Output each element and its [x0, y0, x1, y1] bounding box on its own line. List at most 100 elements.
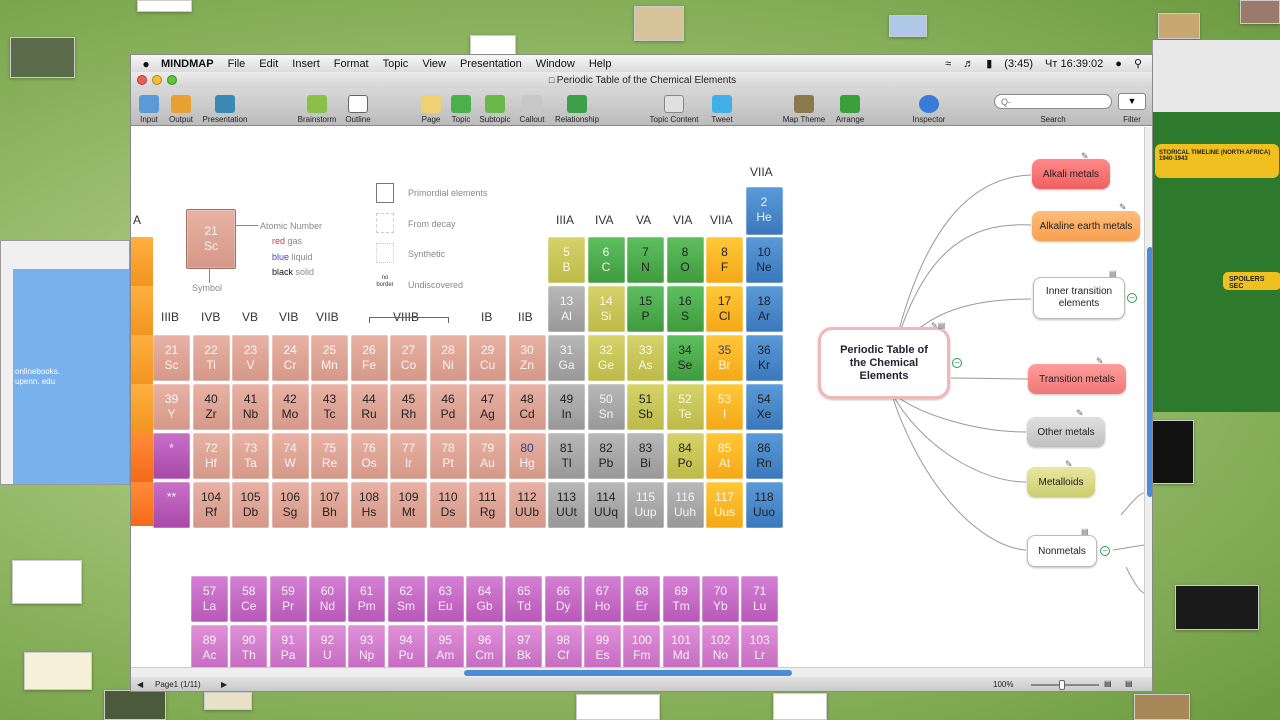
mindmap-connectors: [890, 174, 1144, 594]
filter-label-wrap: Filter: [1117, 88, 1147, 126]
subtopic-label: Subtopic: [479, 115, 511, 124]
page-label: Page: [421, 115, 441, 124]
subtopic-button[interactable]: Subtopic: [478, 88, 512, 126]
topic-inner-transition-label: Inner transition elements: [1045, 286, 1113, 309]
topic-nonmetals-label: Nonmetals: [1038, 545, 1086, 557]
page-indicator[interactable]: Page1 (1/11): [155, 680, 201, 689]
background-node: STORICAL TIMELINE (NORTH AFRICA) 1940-19…: [1155, 144, 1279, 178]
search-label-wrap: Search: [1036, 88, 1070, 126]
expand-toggle-icon[interactable]: –: [1127, 293, 1137, 303]
desktop-thumbnail: [470, 35, 516, 55]
presentation-label: Presentation: [202, 115, 248, 124]
desktop-thumbnail: [1152, 420, 1194, 484]
input-icon: [139, 95, 159, 113]
menu-help[interactable]: Help: [589, 58, 612, 70]
relationship-icon: [567, 95, 587, 113]
menu-edit[interactable]: Edit: [259, 58, 278, 70]
desktop-thumbnail: [889, 15, 927, 37]
page-button[interactable]: Page: [419, 88, 443, 126]
zoom-button[interactable]: [167, 75, 177, 85]
minimize-button[interactable]: [152, 75, 162, 85]
battery-icon[interactable]: ▮: [986, 57, 992, 70]
map-theme-button[interactable]: Map Theme: [781, 88, 827, 126]
subtopic-icon: [485, 95, 505, 113]
relationship-button[interactable]: Relationship: [552, 88, 602, 126]
wifi-icon[interactable]: ≈: [945, 58, 951, 70]
menu-view[interactable]: View: [422, 58, 446, 70]
page-next-icon[interactable]: ▶: [221, 680, 227, 689]
desktop-thumbnail: [24, 652, 92, 690]
page-prev-icon[interactable]: ◀: [137, 680, 143, 689]
menu-app-name[interactable]: MINDMAP: [161, 58, 214, 70]
inspector-button[interactable]: Inspector: [909, 88, 949, 126]
fullscreen-icon[interactable]: ▤: [1125, 679, 1133, 688]
horizontal-scroll-thumb[interactable]: [464, 670, 792, 676]
topic-label: Topic: [451, 115, 471, 124]
topic-alkali-metals[interactable]: Alkali metals: [1032, 159, 1110, 189]
topic-alkaline-earth-metals[interactable]: Alkaline earth metals: [1032, 211, 1140, 241]
note-icon: ✎▤: [931, 321, 946, 330]
callout-button[interactable]: Callout: [517, 88, 547, 126]
topic-metalloids[interactable]: Metalloids: [1027, 467, 1095, 497]
zoom-slider[interactable]: [1031, 684, 1099, 686]
tweet-label: Tweet: [711, 115, 733, 124]
topic-content-button[interactable]: Topic Content: [646, 88, 702, 126]
zoom-level[interactable]: 100%: [993, 680, 1013, 689]
search-label: Search: [1040, 115, 1066, 124]
map-canvas[interactable]: 21 Sc Atomic Number red gas blue liquid …: [131, 127, 1144, 667]
desktop-thumbnail: [137, 0, 192, 12]
topic-transition-metals[interactable]: Transition metals: [1028, 364, 1126, 394]
relationship-label: Relationship: [554, 115, 600, 124]
tweet-button[interactable]: Tweet: [709, 88, 735, 126]
collapse-toggle-icon[interactable]: –: [952, 358, 962, 368]
input-button[interactable]: Input: [137, 88, 161, 126]
spotlight-icon[interactable]: ⚲: [1134, 57, 1142, 70]
user-icon[interactable]: ●: [1115, 58, 1122, 70]
desktop-thumbnail: [1175, 585, 1259, 630]
desktop-thumbnail: [12, 560, 82, 604]
apple-menu-icon[interactable]: ●: [131, 57, 161, 71]
vertical-scrollbar[interactable]: [1144, 127, 1152, 667]
page-icon: [421, 95, 441, 113]
menu-file[interactable]: File: [228, 58, 246, 70]
arrange-button[interactable]: Arrange: [833, 88, 867, 126]
background-node: SPOILERS SEC: [1223, 272, 1280, 290]
expand-toggle-icon[interactable]: –: [1100, 546, 1110, 556]
central-topic[interactable]: Periodic Table of the Chemical Elements: [818, 327, 950, 399]
menu-format[interactable]: Format: [334, 58, 369, 70]
menu-insert[interactable]: Insert: [292, 58, 320, 70]
topic-metalloids-label: Metalloids: [1038, 476, 1084, 488]
fit-map-icon[interactable]: ▤: [1104, 679, 1112, 688]
document-icon: □: [548, 75, 557, 85]
menu-topic[interactable]: Topic: [383, 58, 409, 70]
title-bar: □ Periodic Table of the Chemical Element…: [131, 72, 1152, 88]
topic-nonmetals[interactable]: Nonmetals: [1027, 535, 1097, 567]
topic-other-metals[interactable]: Other metals: [1027, 417, 1105, 447]
topic-button[interactable]: Topic: [449, 88, 473, 126]
clock[interactable]: Чт 16:39:02: [1045, 58, 1103, 70]
pencil-icon: ✎: [1076, 408, 1084, 418]
zoom-slider-knob[interactable]: [1059, 680, 1065, 690]
close-button[interactable]: [137, 75, 147, 85]
pencil-icon: ✎: [1119, 202, 1127, 212]
background-window-left: onlinebooks. upenn. edu: [0, 240, 130, 485]
vertical-scroll-thumb[interactable]: [1147, 247, 1152, 497]
brainstorm-button[interactable]: Brainstorm: [295, 88, 339, 126]
topic-inner-transition[interactable]: Inner transition elements: [1033, 277, 1125, 319]
central-topic-label: Periodic Table of the Chemical Elements: [840, 343, 928, 382]
output-label: Output: [168, 115, 193, 124]
desktop-thumbnail: [1134, 694, 1190, 720]
outline-icon: [348, 95, 368, 113]
arrange-icon: [840, 95, 860, 113]
pencil-icon: ✎: [1096, 356, 1104, 366]
outline-button[interactable]: Outline: [343, 88, 373, 126]
output-button[interactable]: Output: [167, 88, 195, 126]
volume-icon[interactable]: ♬: [963, 58, 974, 70]
topic-content-label: Topic Content: [649, 115, 699, 124]
mindmap-window: ● MINDMAP File Edit Insert Format Topic …: [130, 54, 1153, 692]
menu-presentation[interactable]: Presentation: [460, 58, 522, 70]
menu-window[interactable]: Window: [536, 58, 575, 70]
horizontal-scrollbar[interactable]: [131, 667, 1152, 677]
presentation-button[interactable]: Presentation: [201, 88, 249, 126]
filter-label: Filter: [1123, 115, 1141, 124]
